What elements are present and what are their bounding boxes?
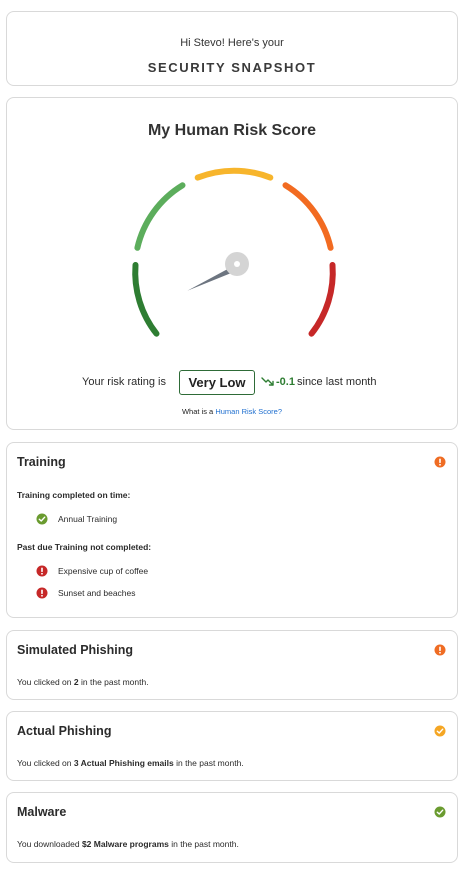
error-icon [36,587,48,599]
malware-card: Malware You downloaded $2 Malware progra… [6,792,458,863]
human-risk-score-link[interactable]: Human Risk Score? [215,407,282,416]
risk-gauge [132,167,336,337]
greeting-text: Hi Stevo! Here's your [180,37,284,49]
gauge-segment-very-low [132,262,160,337]
training-item-label: Annual Training [58,514,118,524]
exclamation-icon [434,644,446,656]
risk-rating-badge: Very Low [179,370,255,395]
simulated-phishing-card: Simulated Phishing You clicked on 2 in t… [6,630,458,700]
simulated-phishing-title: Simulated Phishing [17,643,133,657]
help-prefix: What is a [181,407,214,416]
actual-phishing-title: Actual Phishing [17,724,112,738]
check-circle-icon [434,806,446,818]
simulated-phishing-text: You clicked on 2 in the past month. [17,677,149,687]
training-pastdue-heading: Past due Training not completed: [17,542,152,552]
error-icon [36,565,48,577]
gauge-segment-moderate [194,167,274,181]
trend-delta-value: -0.1 [276,376,295,388]
risk-rating-row: Your risk rating is Very Low -0.1 since … [7,370,457,396]
training-card: Training Training completed on time: Ann… [6,442,458,618]
actual-phishing-text: You clicked on 3 Actual Phishing emails … [17,758,244,768]
page-title: SECURITY SNAPSHOT [147,60,317,75]
malware-text: You downloaded $2 Malware programs in th… [17,839,239,849]
actual-phishing-card: Actual Phishing You clicked on 3 Actual … [6,711,458,781]
gauge-hub-inner [234,261,240,267]
training-title: Training [17,455,66,469]
malware-title: Malware [17,805,67,819]
training-item-label: Expensive cup of coffee [58,566,149,576]
gauge-segment-very-high [308,262,336,337]
help-row: What is a Human Risk Score? [7,407,457,416]
snapshot-header-card: Hi Stevo! Here's your SECURITY SNAPSHOT [6,11,458,86]
risk-rating-label: Your risk rating is [82,376,166,388]
trend-down-icon [261,377,274,386]
gauge-segment-high [282,182,334,251]
training-item-label: Sunset and beaches [58,588,136,598]
trend-suffix-text: since last month [297,376,377,388]
check-circle-icon [434,725,446,737]
exclamation-icon [434,456,446,468]
check-circle-icon [36,513,48,525]
training-completed-heading: Training completed on time: [17,490,131,500]
gauge-segment-low [134,182,186,251]
risk-score-card: My Human Risk Score Your risk rating is … [6,97,458,430]
